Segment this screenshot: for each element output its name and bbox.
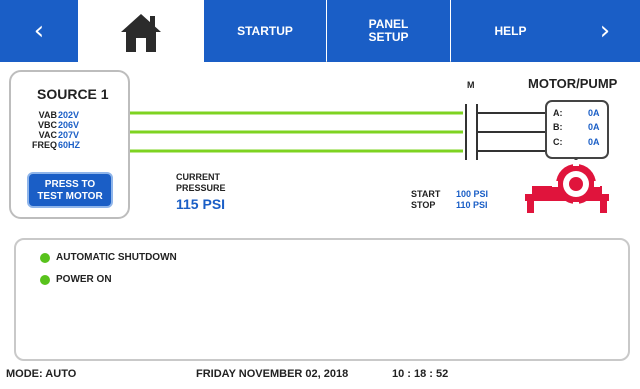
- start-value: 100 PSI: [456, 189, 489, 199]
- stop-label: STOP: [411, 200, 436, 210]
- test-motor-button[interactable]: PRESS TO TEST MOTOR: [27, 172, 113, 208]
- reading-label: VAB: [38, 110, 57, 120]
- status-item-power-on: POWER ON: [40, 274, 112, 285]
- phase-c-label: C:: [553, 137, 563, 147]
- reading-value: 60HZ: [58, 140, 81, 150]
- motor-pump-title: MOTOR/PUMP: [528, 76, 618, 91]
- phase-b-value: 0A: [588, 122, 600, 132]
- reading-value: 206V: [58, 120, 80, 130]
- reading-vac: VAC207V: [11, 130, 99, 140]
- status-item-label: POWER ON: [56, 274, 112, 285]
- current-pressure-value: 115 PSI: [176, 196, 226, 212]
- reading-value: 202V: [58, 110, 80, 120]
- contactor-label: M: [467, 80, 475, 90]
- contactor-m-icon: [465, 104, 546, 160]
- status-item-label: AUTOMATIC SHUTDOWN: [56, 252, 177, 263]
- status-item-automatic-shutdown: AUTOMATIC SHUTDOWN: [40, 252, 177, 263]
- stop-value: 110 PSI: [456, 200, 488, 210]
- status-indicator-icon: [40, 252, 50, 263]
- phase-c-value: 0A: [588, 137, 600, 147]
- time-display: 10 : 18 : 52: [392, 368, 449, 380]
- pump-icon: [525, 160, 609, 213]
- status-panel: AUTOMATIC SHUTDOWN POWER ON: [14, 238, 630, 361]
- reading-label: FREQ: [31, 140, 57, 150]
- phase-a-value: 0A: [588, 108, 600, 118]
- reading-vbc: VBC206V: [11, 120, 99, 130]
- current-pressure-label: CURRENT PRESSURE: [176, 172, 226, 194]
- reading-vab: VAB202V: [11, 110, 99, 120]
- current-pressure-label-line1: CURRENT: [176, 172, 220, 182]
- reading-label: VAC: [38, 130, 57, 140]
- status-indicator-icon: [40, 274, 50, 285]
- test-motor-label-line2: TEST MOTOR: [37, 191, 103, 202]
- date-display: FRIDAY NOVEMBER 02, 2018: [196, 368, 349, 380]
- reading-value: 207V: [58, 130, 80, 140]
- phase-a-label: A:: [553, 108, 563, 118]
- source-panel: SOURCE 1 VAB202V VBC206V VAC207V FREQ60H…: [9, 70, 130, 219]
- current-pressure-label-line2: PRESSURE: [176, 183, 226, 193]
- start-label: START: [411, 189, 441, 199]
- mode-status: MODE: AUTO: [6, 368, 77, 380]
- source-title: SOURCE 1: [37, 86, 109, 102]
- reading-freq: FREQ60HZ: [11, 140, 99, 150]
- phase-b-label: B:: [553, 122, 563, 132]
- reading-label: VBC: [37, 120, 57, 130]
- test-motor-label-line1: PRESS TO: [44, 179, 96, 190]
